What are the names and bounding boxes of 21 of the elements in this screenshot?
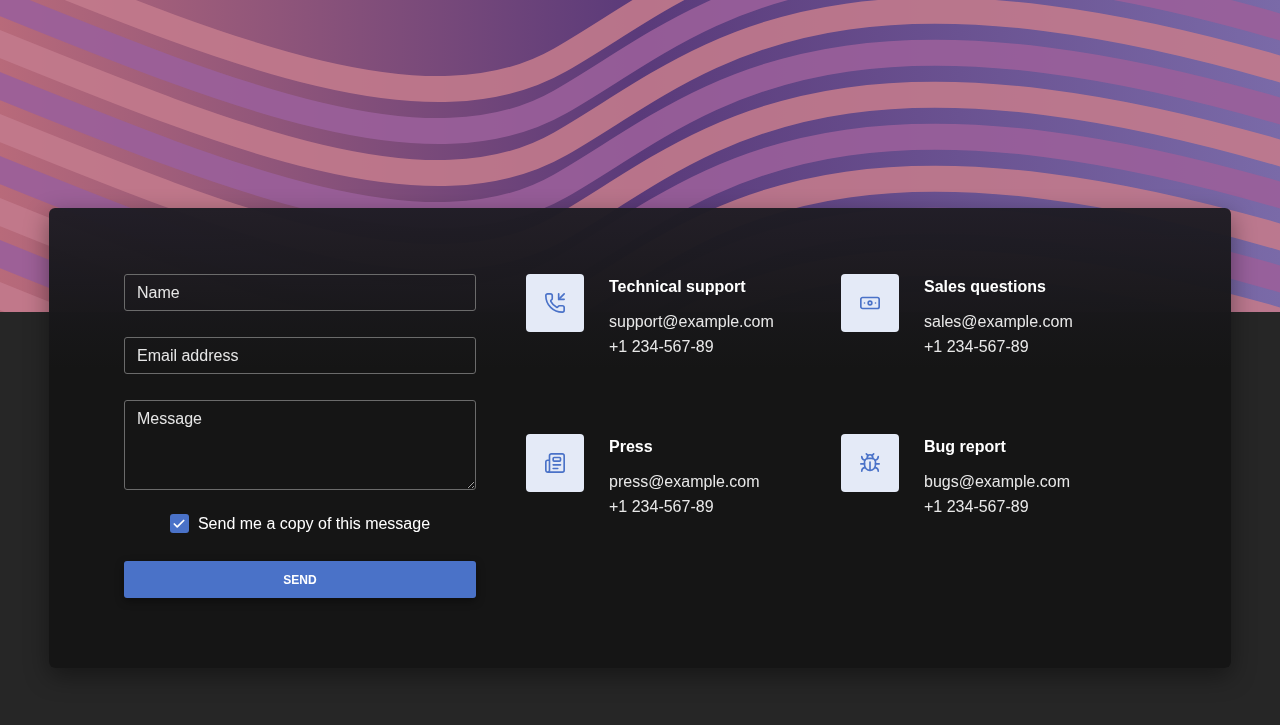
contact-phone: +1 234-567-89 [609, 337, 715, 357]
newspaper-icon [544, 452, 566, 474]
send-button[interactable]: SEND [124, 561, 476, 598]
contact-title: Bug report [924, 438, 1007, 456]
contact-title: Sales questions [924, 278, 1047, 296]
contact-email: press@example.com [609, 472, 760, 492]
contact-phone: +1 234-567-89 [924, 497, 1030, 517]
message-field[interactable]: Message [124, 400, 476, 490]
checkbox[interactable] [169, 514, 189, 533]
text-field[interactable]: Email address [124, 337, 476, 374]
contact-email: support@example.com [609, 312, 774, 332]
contact-title: Technical support [609, 278, 747, 296]
phone-incoming-icon [544, 292, 566, 314]
text-field[interactable]: Name [124, 274, 476, 311]
bug-icon [859, 452, 881, 474]
contact-title: Press [609, 438, 654, 456]
checkbox-label: Send me a copy of this message [197, 514, 431, 533]
contact-email: sales@example.com [924, 312, 1073, 332]
contact-email: bugs@example.com [924, 472, 1071, 492]
contact-phone: +1 234-567-89 [924, 337, 1030, 357]
contact-phone: +1 234-567-89 [609, 497, 715, 517]
